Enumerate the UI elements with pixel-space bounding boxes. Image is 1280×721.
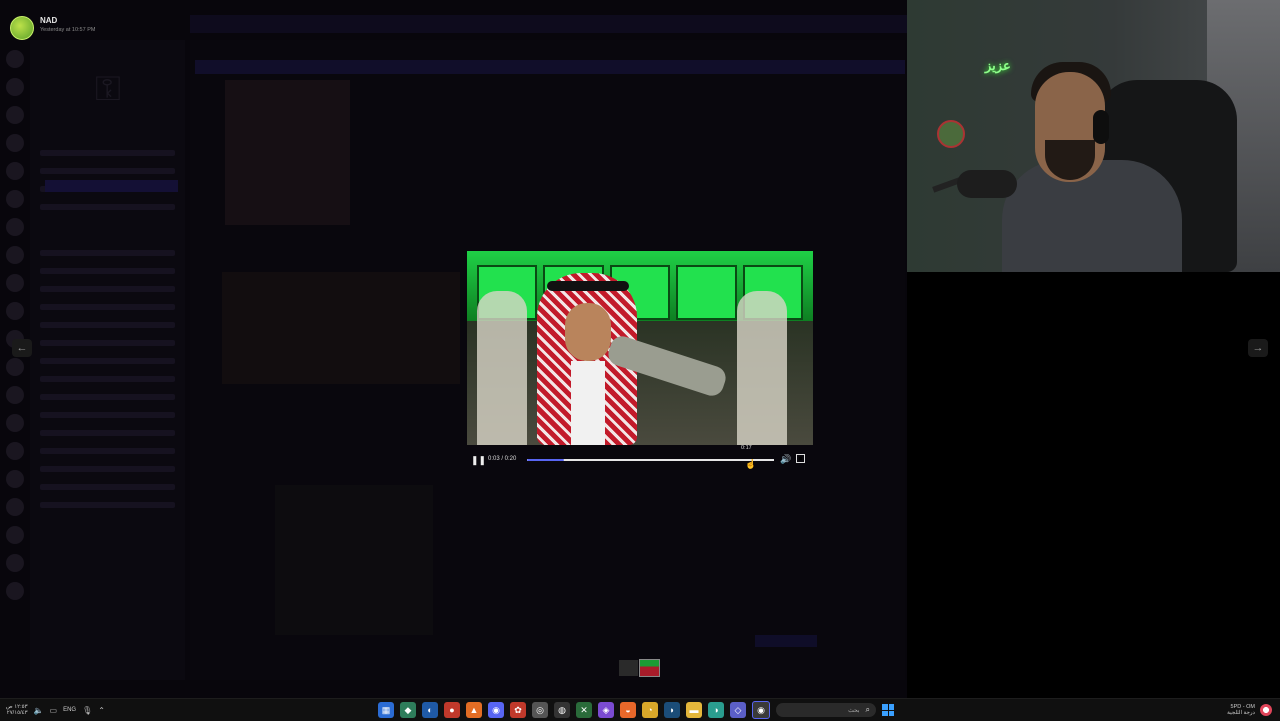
taskbar-app-discord[interactable]: ◉ <box>488 702 504 718</box>
search-placeholder: بحث <box>848 707 860 714</box>
taskbar-search[interactable]: بحث ⌕ <box>776 703 876 717</box>
time-display: 0:03 / 0:20 <box>488 456 517 462</box>
taskbar-app-xbox[interactable]: ◈ <box>598 702 614 718</box>
video-controls: ❚❚ 0:03 / 0:20 0:17 ☝ 🔊 <box>467 445 813 469</box>
clock-date: ٢٧/١٥/٤٣ <box>6 710 28 716</box>
avatar[interactable] <box>10 16 34 40</box>
top-bar <box>190 15 907 33</box>
seek-hover-time: 0:17 <box>741 445 752 451</box>
taskbar-app-chrome[interactable]: ◔ <box>642 702 658 718</box>
weather-widget[interactable]: 5PD - OM درجة الثلجية <box>1227 704 1255 716</box>
video-player[interactable] <box>467 251 813 445</box>
taskbar-app-edge[interactable]: ◐ <box>422 702 438 718</box>
webcam-overlay: ﻋﺰﻳﺰ <box>907 0 1280 272</box>
hand-cursor-icon: ☝ <box>745 459 757 469</box>
network-icon[interactable]: ▭ <box>50 706 58 715</box>
banner <box>195 60 905 74</box>
taskbar-app-game[interactable]: ● <box>444 702 460 718</box>
speaker-icon[interactable]: 🔈 <box>34 706 44 715</box>
volume-button[interactable]: 🔊 <box>780 454 791 465</box>
taskbar-app-teams[interactable]: ◇ <box>730 702 746 718</box>
taskbar-app-file-explorer[interactable]: ▦ <box>378 702 394 718</box>
chat-image <box>225 80 350 225</box>
thumbnail[interactable] <box>619 660 638 676</box>
chat-image <box>275 485 433 635</box>
next-media-button[interactable]: → <box>1248 339 1268 357</box>
timestamp: Yesterday at 10:57 PM <box>40 27 96 33</box>
taskbar-app-firefox[interactable]: ◒ <box>620 702 636 718</box>
background-button <box>755 635 817 647</box>
language-indicator[interactable]: ENG <box>63 707 76 713</box>
background-button <box>45 180 178 192</box>
arrow-left-icon: ← <box>16 342 28 354</box>
chevron-up-icon[interactable]: ⌃ <box>98 706 105 715</box>
taskbar: ١٢:٥٣ ص ٢٧/١٥/٤٣ 🔈 ▭ ENG 🎙 ⌃ ▦ ◆ ◐ ● ▲ ◉… <box>0 698 1280 721</box>
taskbar-app-steam[interactable]: ◗ <box>664 702 680 718</box>
clock[interactable]: ١٢:٥٣ ص ٢٧/١٥/٤٣ <box>6 704 28 716</box>
taskbar-app-settings[interactable]: ✿ <box>510 702 526 718</box>
server-list <box>0 40 30 680</box>
seek-bar[interactable] <box>527 459 774 461</box>
taskbar-app-obs[interactable]: ◍ <box>554 702 570 718</box>
chat-image <box>222 272 460 384</box>
fullscreen-button[interactable] <box>796 454 805 463</box>
media-thumbnails <box>619 659 660 677</box>
pause-button[interactable]: ❚❚ <box>471 455 486 465</box>
taskbar-app-store[interactable]: ◆ <box>400 702 416 718</box>
arrow-right-icon: → <box>1252 342 1264 354</box>
media-author: NAD Yesterday at 10:57 PM <box>10 16 95 40</box>
taskbar-app-nvidia[interactable]: ✕ <box>576 702 592 718</box>
start-button[interactable] <box>882 704 894 716</box>
taskbar-app-photos[interactable]: ◎ <box>532 702 548 718</box>
search-icon: ⌕ <box>865 705 870 714</box>
mic-icon[interactable]: 🎙 <box>82 706 92 715</box>
taskbar-app-folder[interactable]: ▬ <box>686 702 702 718</box>
weather-desc: درجة الثلجية <box>1227 710 1255 716</box>
previous-media-button[interactable]: ← <box>12 339 32 357</box>
neon-sign: ﻋﺰﻳﺰ <box>985 58 1011 73</box>
username[interactable]: NAD <box>40 16 95 25</box>
taskbar-app-brave[interactable]: ▲ <box>466 702 482 718</box>
played-bar <box>527 459 565 461</box>
taskbar-app-discord-active[interactable]: ◉ <box>752 701 770 719</box>
channel-list <box>30 40 185 680</box>
key-icon: ⚿ <box>95 70 121 108</box>
buffered-bar <box>527 459 774 461</box>
weather-icon <box>1260 704 1272 716</box>
thumbnail-active[interactable] <box>639 659 660 677</box>
taskbar-app-edge-dev[interactable]: ◑ <box>708 702 724 718</box>
